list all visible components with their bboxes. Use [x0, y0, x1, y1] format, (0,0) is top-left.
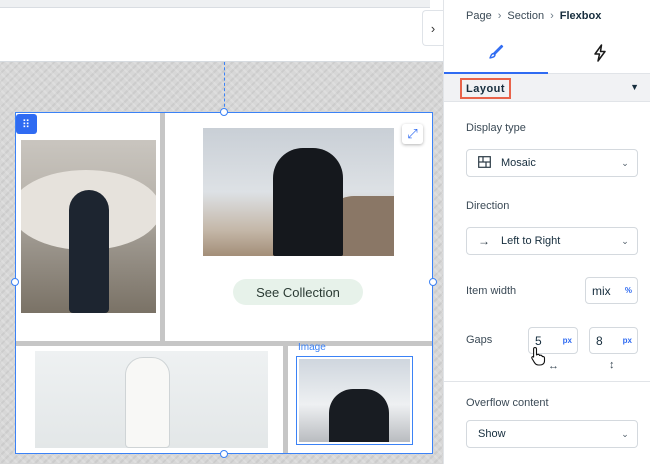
- tab-interactions[interactable]: [548, 32, 650, 74]
- breadcrumb-separator: ›: [550, 10, 554, 22]
- lightning-icon: [594, 44, 606, 62]
- breadcrumb-current: Flexbox: [559, 10, 602, 22]
- image-selection-frame: [296, 356, 413, 445]
- tab-design[interactable]: [444, 32, 548, 74]
- item-width-label: Item width: [466, 285, 517, 297]
- collapse-panel-button[interactable]: ›: [422, 10, 443, 46]
- display-type-label: Display type: [466, 122, 526, 134]
- image-tag-label: Image: [298, 342, 326, 353]
- layout-section-title: Layout: [460, 78, 512, 99]
- mosaic-grid-icon: [467, 155, 501, 171]
- expand-icon[interactable]: ⤢: [402, 124, 423, 144]
- gaps-label: Gaps: [466, 334, 493, 346]
- resize-handle-top[interactable]: [220, 108, 228, 116]
- model-photo-arch[interactable]: [21, 140, 156, 313]
- arrow-right-icon: →: [478, 234, 490, 248]
- editor-canvas[interactable]: › Image See Collection ⤢ ⠿: [0, 0, 443, 464]
- display-type-value: Mosaic: [501, 157, 536, 169]
- section-divider: [444, 381, 650, 382]
- model-photo-white-dress[interactable]: [35, 351, 268, 448]
- direction-value: Left to Right: [501, 235, 561, 247]
- display-type-dropdown[interactable]: Mosaic ⌄: [466, 149, 638, 177]
- vertical-gap-icon: ↕: [609, 359, 615, 371]
- horizontal-gap-unit: px: [562, 336, 572, 345]
- see-collection-button[interactable]: See Collection: [233, 279, 363, 305]
- previous-section[interactable]: [0, 0, 443, 62]
- chevron-down-icon: ⌄: [621, 235, 629, 246]
- vertical-gap-value: 8: [596, 333, 603, 348]
- breadcrumb-separator: ›: [497, 10, 502, 22]
- item-width-input[interactable]: mix %: [585, 277, 638, 304]
- breadcrumb-page[interactable]: Page: [466, 10, 492, 22]
- item-width-value: mix: [592, 283, 611, 298]
- resize-handle-bottom[interactable]: [220, 450, 228, 458]
- alignment-guide: [224, 62, 225, 112]
- direction-label: Direction: [466, 200, 510, 212]
- page-top-bar: [0, 0, 430, 8]
- layout-section-header[interactable]: Layout ▼: [444, 74, 650, 102]
- chevron-down-icon: ⌄: [621, 428, 629, 439]
- overflow-value: Show: [478, 428, 506, 440]
- item-width-unit[interactable]: %: [625, 286, 637, 295]
- drag-handle-icon[interactable]: ⠿: [16, 114, 37, 134]
- overflow-label: Overflow content: [466, 397, 549, 409]
- collapse-caret-icon[interactable]: ▼: [630, 82, 639, 92]
- breadcrumb-section[interactable]: Section: [507, 10, 544, 22]
- vertical-gap-input[interactable]: 8 px: [589, 327, 638, 354]
- panel-tabs: [444, 32, 650, 74]
- hand-pointer-icon: [530, 346, 546, 371]
- breadcrumb: Page › Section › Flexbox: [466, 10, 601, 22]
- vertical-gap-unit: px: [622, 336, 632, 345]
- chevron-down-icon: ⌄: [621, 157, 629, 168]
- inspector-panel: Page › Section › Flexbox Layout ▼ Displa…: [443, 0, 650, 464]
- paintbrush-icon: [489, 44, 504, 59]
- model-photo-cliff[interactable]: [203, 128, 394, 256]
- direction-dropdown[interactable]: → Left to Right ⌄: [466, 227, 638, 255]
- resize-handle-left[interactable]: [11, 278, 19, 286]
- resize-handle-right[interactable]: [429, 278, 437, 286]
- horizontal-gap-icon: ↔: [548, 360, 559, 372]
- overflow-dropdown[interactable]: Show ⌄: [466, 420, 638, 448]
